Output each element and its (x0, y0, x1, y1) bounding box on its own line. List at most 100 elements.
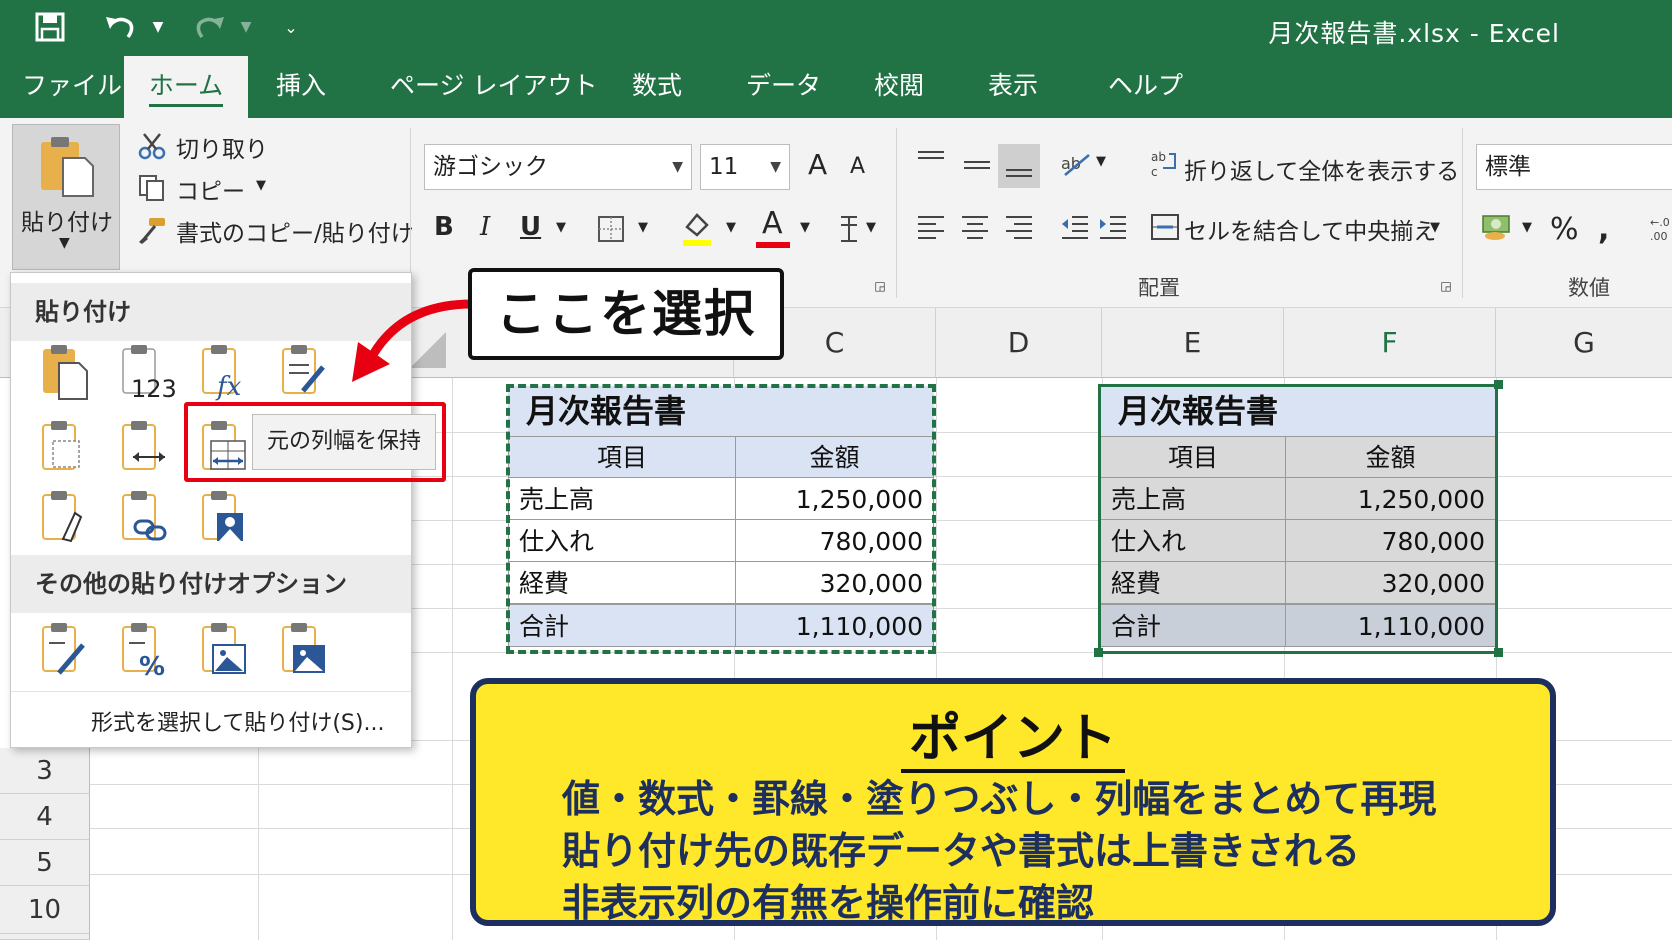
wrap-text-button[interactable]: 折り返して全体を表示する (1184, 152, 1459, 186)
paste-link-icon[interactable] (119, 489, 175, 547)
font-name-combo[interactable]: 游ゴシック ▼ (424, 144, 692, 190)
svg-text:c: c (1151, 165, 1158, 178)
fill-color-icon[interactable] (680, 210, 714, 248)
comma-style-button[interactable]: , (1598, 212, 1609, 247)
column-header-e[interactable]: E (1102, 308, 1284, 378)
increase-decimal-icon[interactable]: ←.0.00 (1644, 214, 1672, 244)
scissors-icon[interactable] (136, 130, 168, 162)
paste-transpose-icon[interactable] (119, 419, 175, 477)
column-header-f[interactable]: F (1284, 308, 1496, 378)
phonetic-dropdown-icon[interactable]: ▼ (866, 220, 876, 235)
tab-insert[interactable]: 挿入 (254, 56, 348, 118)
row-header-4[interactable]: 4 (0, 794, 90, 840)
tab-file[interactable]: ファイル (0, 56, 144, 118)
number-format-combo[interactable]: 標準 (1476, 144, 1672, 190)
copy-dropdown-icon[interactable]: ▼ (256, 178, 266, 193)
wrap-text-icon[interactable]: ab c (1150, 146, 1180, 180)
other-paste-options-title: その他の貼り付けオプション (11, 555, 411, 613)
save-icon[interactable] (30, 8, 70, 46)
orientation-dropdown-icon[interactable]: ▼ (1096, 154, 1106, 169)
font-color-dropdown-icon[interactable]: ▼ (800, 220, 810, 235)
font-color-button[interactable]: A (762, 206, 783, 241)
paste-dropdown-icon[interactable]: ▼ (59, 235, 70, 251)
selection-handle[interactable] (1094, 648, 1103, 657)
customize-quick-access-icon[interactable]: ⌄ (276, 8, 306, 46)
copy-label[interactable]: コピー (176, 172, 245, 206)
paste-formatting-icon[interactable] (39, 489, 95, 547)
tab-formulas[interactable]: 数式 (610, 56, 704, 118)
merge-dropdown-icon[interactable]: ▼ (1430, 220, 1440, 235)
align-center-icon[interactable] (958, 210, 992, 244)
tab-help[interactable]: ヘルプ (1086, 56, 1205, 118)
source-table-title: 月次報告書 (508, 386, 934, 436)
tab-home[interactable]: ホーム (124, 56, 248, 118)
point-title: ポイント (476, 696, 1550, 773)
align-bottom-icon[interactable] (998, 144, 1040, 188)
destination-table[interactable]: 月次報告書 項目 金額 売上高 1,250,000 仕入れ 780,000 経費… (1100, 386, 1526, 652)
source-cell-item: 仕入れ (508, 519, 736, 562)
underline-button[interactable]: U (520, 212, 541, 242)
shrink-font-button[interactable]: A (850, 154, 865, 179)
svg-text:ab: ab (1151, 150, 1166, 164)
row-header-next[interactable] (0, 934, 90, 940)
tab-view[interactable]: 表示 (966, 56, 1060, 118)
format-painter-label[interactable]: 書式のコピー/貼り付け (176, 214, 414, 248)
source-table[interactable]: 月次報告書 項目 金額 売上高 1,250,000 仕入れ 780,000 経費… (508, 386, 934, 652)
paste-special-menu-item[interactable]: 形式を選択して貼り付け(S)... (91, 705, 384, 737)
italic-button[interactable]: I (480, 212, 490, 242)
paste-formulas-icon[interactable]: fx (199, 343, 255, 402)
accounting-dropdown-icon[interactable]: ▼ (1522, 220, 1532, 235)
undo-dropdown-icon[interactable]: ▼ (148, 8, 168, 46)
paste-formatting-only-icon[interactable] (39, 621, 95, 679)
underline-dropdown-icon[interactable]: ▼ (556, 220, 566, 235)
borders-icon[interactable] (596, 214, 626, 244)
orientation-icon[interactable]: ab (1058, 146, 1094, 182)
dest-cell-total-amount: 1,110,000 (1285, 604, 1496, 647)
fill-handle[interactable] (1494, 648, 1503, 657)
font-size-combo[interactable]: 11 ▼ (700, 144, 790, 190)
tab-page-layout[interactable]: ページ レイアウト (368, 56, 619, 118)
cut-label[interactable]: 切り取り (176, 130, 268, 164)
percent-button[interactable]: % (1550, 212, 1579, 247)
merge-center-icon[interactable] (1150, 212, 1180, 242)
tab-data[interactable]: データ (724, 56, 843, 118)
column-header-d[interactable]: D (936, 308, 1102, 378)
alignment-dialog-launcher-icon[interactable]: ◲ (1438, 278, 1454, 294)
increase-indent-icon[interactable] (1096, 210, 1130, 244)
row-header-3[interactable]: 3 (0, 748, 90, 794)
align-left-icon[interactable] (914, 210, 948, 244)
font-color-bar (756, 242, 790, 248)
font-dialog-launcher-icon[interactable]: ◲ (872, 278, 888, 294)
copy-icon[interactable] (136, 172, 168, 204)
paste-values-icon[interactable]: 123 (119, 343, 177, 403)
paste-picture-icon[interactable] (199, 489, 255, 547)
paste-button[interactable]: 貼り付け ▼ (12, 124, 120, 270)
paste-formulas-formatting-icon[interactable] (279, 343, 335, 401)
decrease-indent-icon[interactable] (1058, 210, 1092, 244)
row-header-5[interactable]: 5 (0, 840, 90, 886)
paste-values-number-format-icon[interactable]: % (119, 621, 175, 682)
bold-button[interactable]: B (434, 212, 454, 242)
paste-as-picture-icon[interactable] (279, 621, 335, 679)
tab-review[interactable]: 校閲 (852, 56, 946, 118)
source-cell-total-amount: 1,110,000 (735, 604, 934, 647)
accounting-format-icon[interactable] (1480, 210, 1516, 244)
red-arrow-icon (352, 299, 473, 382)
fill-color-dropdown-icon[interactable]: ▼ (726, 220, 736, 235)
paste-linked-picture-icon[interactable] (199, 621, 255, 679)
format-painter-icon[interactable] (136, 214, 168, 246)
selection-handle[interactable] (1494, 380, 1503, 389)
row-header-10[interactable]: 10 (0, 886, 90, 934)
grow-font-button[interactable]: A (808, 148, 827, 181)
paste-no-borders-icon[interactable] (39, 419, 95, 477)
svg-text:.00: .00 (1650, 230, 1668, 243)
undo-icon[interactable] (100, 8, 140, 46)
column-header-g[interactable]: G (1496, 308, 1672, 378)
phonetic-icon[interactable] (836, 212, 862, 246)
align-top-icon[interactable] (914, 144, 948, 178)
merge-center-button[interactable]: セルを結合して中央揃え (1184, 212, 1436, 246)
align-middle-icon[interactable] (960, 148, 994, 182)
align-right-icon[interactable] (1002, 210, 1036, 244)
borders-dropdown-icon[interactable]: ▼ (638, 220, 648, 235)
paste-all-icon[interactable] (39, 343, 95, 401)
